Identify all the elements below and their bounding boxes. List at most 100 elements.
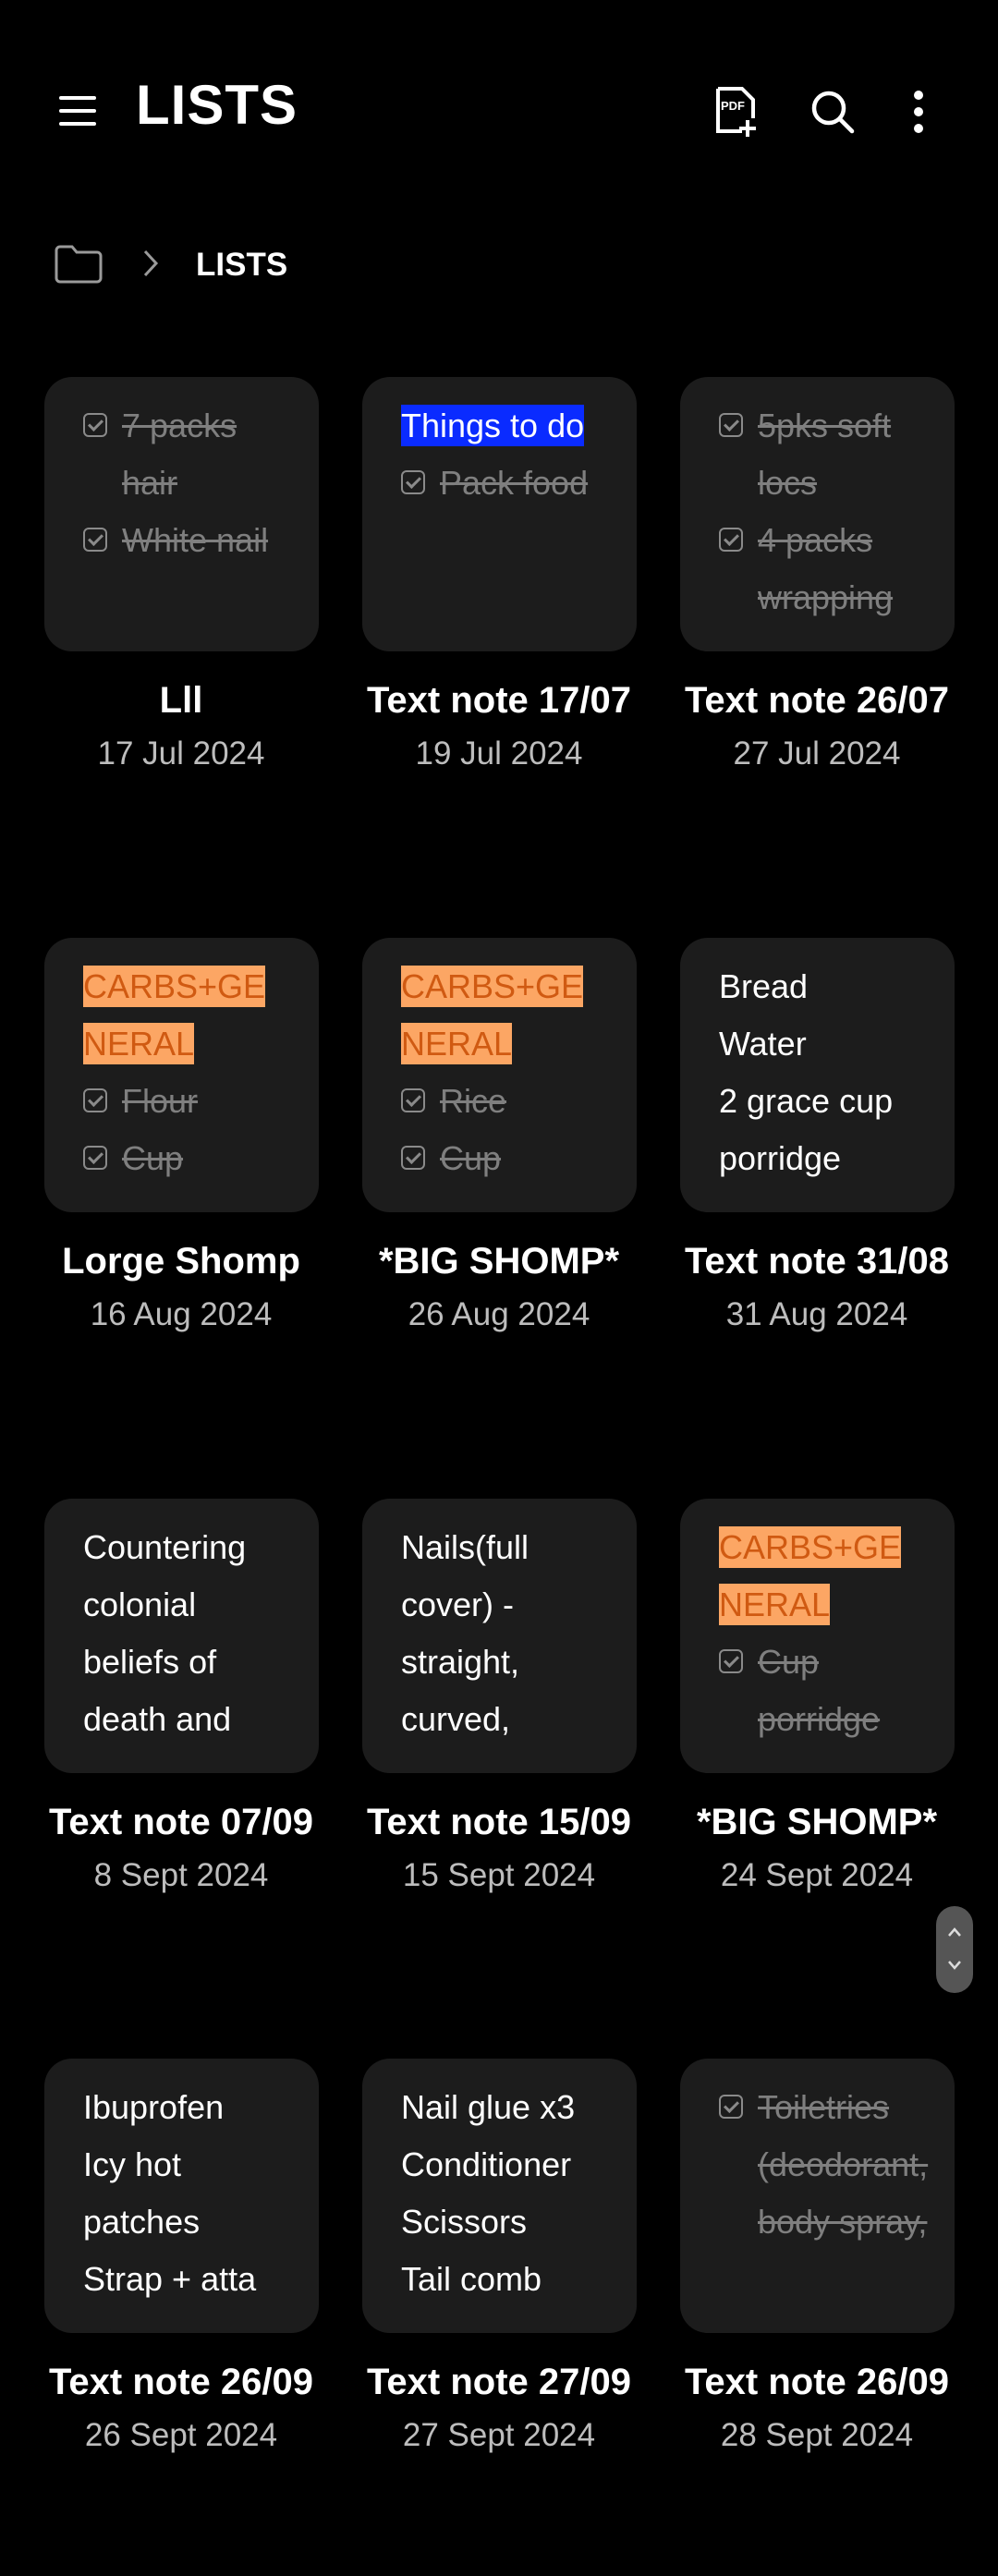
pdf-add-button[interactable]: PDF [704, 79, 769, 144]
note-date: 16 Aug 2024 [90, 1296, 273, 1332]
preview-line: death and [83, 1700, 232, 1738]
preview-line: Scissors [401, 2203, 528, 2241]
note-title: Text note 26/09 [684, 2362, 950, 2402]
checklist-item-text: Cup [122, 1139, 184, 1177]
checkbox-checked-icon [719, 2095, 743, 2119]
checkbox-checked-icon [719, 1649, 743, 1673]
note-meta[interactable]: Text note 26/09 28 Sept 2024 [658, 2351, 976, 2458]
note-title: Text note 07/09 [48, 1802, 314, 1842]
note-title: *BIG SHOMP* [378, 1241, 620, 1282]
page-title: LISTS [136, 74, 298, 136]
menu-icon [59, 96, 96, 126]
checklist-item: Rice [401, 1073, 609, 1130]
checklist-item-text: Cup porridge [758, 1643, 881, 1738]
top-app-bar: LISTS PDF [0, 0, 998, 213]
note-card[interactable]: 5pks soft locs 4 packs wrapping [680, 377, 955, 651]
checklist-item: 7 packs hair [83, 397, 291, 512]
note-meta[interactable]: Text note 26/07 27 Jul 2024 [658, 670, 976, 776]
chevron-right-icon [143, 249, 159, 277]
preview-line: beliefs of [83, 1643, 217, 1681]
note-preview: CARBS+GENERAL Flour Cup [83, 958, 291, 1187]
checklist-item-text: Pack food [440, 464, 589, 502]
checklist-item: Toiletries (deodorant, body spray, [719, 2079, 929, 2251]
checkbox-checked-icon [719, 413, 743, 437]
note-card[interactable]: Nail glue x3 Conditioner Scissors Tail comb [362, 2059, 637, 2333]
note-preview: Ibuprofen Icy hot patches Strap + atta [83, 2079, 291, 2308]
checkbox-checked-icon [83, 1146, 107, 1170]
chevron-down-icon [948, 1961, 961, 1970]
note-meta[interactable]: Text note 15/09 15 Sept 2024 [340, 1792, 658, 1898]
svg-text:PDF: PDF [721, 99, 745, 113]
note-date: 27 Jul 2024 [733, 735, 901, 772]
checklist-item-text: Toiletries (deodorant, body spray, [758, 2088, 929, 2241]
note-card[interactable]: Nails(full cover) - straight, curved, [362, 1499, 637, 1773]
note-preview: 5pks soft locs 4 packs wrapping [719, 397, 927, 626]
preview-line: colonial [83, 1586, 197, 1623]
note-title: Lorge Shomp [62, 1241, 300, 1282]
note-meta[interactable]: *BIG SHOMP* 24 Sept 2024 [658, 1792, 976, 1898]
checklist-item: Flour [83, 1073, 291, 1130]
checklist-item: White nail [83, 512, 291, 569]
checklist-item-text: Rice [440, 1082, 507, 1120]
preview-line: patches [83, 2203, 201, 2241]
note-date: 15 Sept 2024 [402, 1857, 596, 1893]
note-meta[interactable]: Text note 27/09 27 Sept 2024 [340, 2351, 658, 2458]
note-meta[interactable]: Lll 17 Jul 2024 [22, 670, 340, 776]
note-title: Text note 26/07 [684, 680, 950, 721]
checklist-item-text: Cup [440, 1139, 502, 1177]
preview-line: Conditioner [401, 2145, 572, 2183]
note-card[interactable]: 7 packs hair White nail [44, 377, 319, 651]
note-preview: Bread Water 2 grace cup porridge [719, 958, 927, 1187]
note-card[interactable]: CARBS+GENERAL Cup porridge [680, 1499, 955, 1773]
note-meta[interactable]: Text note 31/08 31 Aug 2024 [658, 1231, 976, 1337]
checklist-item-text: 7 packs hair [122, 407, 237, 502]
search-button[interactable] [800, 79, 865, 144]
preview-line: Ibuprofen [83, 2088, 225, 2126]
note-card[interactable]: Countering colonial beliefs of death and [44, 1499, 319, 1773]
preview-line: Water [719, 1025, 807, 1063]
note-card[interactable]: Toiletries (deodorant, body spray, [680, 2059, 955, 2333]
pdf-add-icon: PDF [716, 87, 756, 137]
menu-button[interactable] [48, 81, 107, 140]
preview-line: Bread [719, 967, 809, 1005]
note-preview: CARBS+GENERAL Cup porridge [719, 1519, 927, 1748]
preview-line: Nails(full [401, 1528, 529, 1566]
note-card[interactable]: Things to do Pack food [362, 377, 637, 651]
highlighted-text: Things to do [401, 405, 585, 446]
folder-button[interactable] [51, 236, 106, 291]
note-meta[interactable]: Text note 17/07 19 Jul 2024 [340, 670, 658, 776]
fast-scroll-handle[interactable] [936, 1906, 973, 1993]
note-date: 28 Sept 2024 [720, 2417, 914, 2453]
note-meta[interactable]: Text note 26/09 26 Sept 2024 [22, 2351, 340, 2458]
search-icon [811, 91, 855, 134]
note-meta[interactable]: *BIG SHOMP* 26 Aug 2024 [340, 1231, 658, 1337]
checklist-item: Cup [401, 1130, 609, 1187]
checklist-item-text: 5pks soft locs [758, 407, 892, 502]
more-options-button[interactable] [891, 79, 946, 144]
checklist-item-text: White nail [122, 521, 269, 559]
highlighted-text: CARBS+GENERAL [401, 966, 584, 1064]
note-card[interactable]: Ibuprofen Icy hot patches Strap + atta [44, 2059, 319, 2333]
breadcrumb-current[interactable]: LISTS [196, 247, 287, 284]
note-card[interactable]: CARBS+GENERAL Flour Cup [44, 938, 319, 1212]
note-preview: CARBS+GENERAL Rice Cup [401, 958, 609, 1187]
note-date: 8 Sept 2024 [93, 1857, 269, 1893]
checkbox-checked-icon [83, 528, 107, 552]
more-vert-icon [914, 91, 923, 133]
checkbox-checked-icon [83, 413, 107, 437]
note-meta[interactable]: Text note 07/09 8 Sept 2024 [22, 1792, 340, 1898]
note-title: Text note 27/09 [366, 2362, 632, 2402]
chevron-up-icon [948, 1927, 961, 1937]
note-meta[interactable]: Lorge Shomp 16 Aug 2024 [22, 1231, 340, 1337]
checklist-item: Cup [83, 1130, 291, 1187]
checklist-item-text: 4 packs wrapping [758, 521, 894, 616]
note-preview: Nails(full cover) - straight, curved, [401, 1519, 609, 1748]
note-card[interactable]: CARBS+GENERAL Rice Cup [362, 938, 637, 1212]
preview-line: Nail glue x3 [401, 2088, 576, 2126]
preview-line: 2 grace cup [719, 1082, 894, 1120]
preview-line: straight, [401, 1643, 520, 1681]
note-card[interactable]: Bread Water 2 grace cup porridge [680, 938, 955, 1212]
checkbox-checked-icon [401, 1146, 425, 1170]
note-preview: Countering colonial beliefs of death and [83, 1519, 291, 1748]
preview-line: Strap + atta [83, 2260, 257, 2298]
